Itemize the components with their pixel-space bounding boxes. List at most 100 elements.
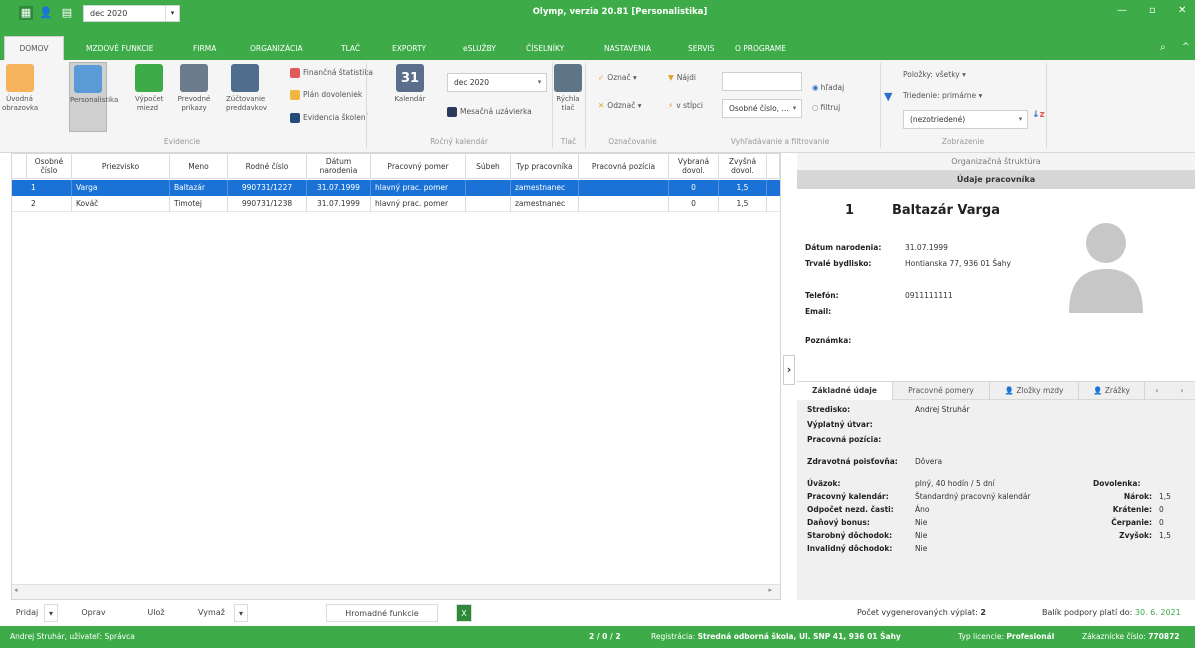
table-cell[interactable]: Timotej (170, 196, 228, 212)
column-header[interactable]: Pracovný pomer (371, 154, 466, 179)
tab-mzdove-funkcie[interactable]: MZDOVÉ FUNKCIE (86, 44, 154, 53)
column-header[interactable]: Vybraná dovol. (669, 154, 719, 179)
kalendar-button[interactable]: 31 Kalendár (394, 64, 426, 104)
financna-statistika-button[interactable]: Finančná štatistika (290, 68, 373, 78)
excel-export-icon[interactable]: X (456, 604, 472, 622)
odznac-button[interactable]: ✕ Odznač ▾ (598, 101, 642, 110)
prevodne-prikazy-button[interactable]: Prevodné príkazy (177, 64, 211, 113)
vymaz-button[interactable]: Vymaž (189, 604, 234, 622)
table-cell[interactable]: 0 (669, 196, 719, 212)
triedenie-select[interactable]: (nezotriedené) ▾ (903, 110, 1028, 129)
collapse-ribbon-icon[interactable]: ^ (1182, 42, 1190, 52)
tab-firma[interactable]: FIRMA (193, 44, 216, 53)
tab-scroll-left-icon[interactable]: ‹ (1147, 382, 1167, 400)
search-input[interactable] (722, 72, 802, 91)
table-cell[interactable]: 2 (27, 196, 72, 212)
table-cell[interactable]: hlavný prac. pomer (371, 196, 466, 212)
tab-zlozky-mzdy[interactable]: 👤 Zložky mzdy (990, 382, 1079, 400)
column-header[interactable]: Súbeh (466, 154, 511, 179)
hladaj-radio[interactable]: ◉ hľadaj (812, 83, 844, 92)
zuctovanie-button[interactable]: Zúčtovanie preddavkov (226, 64, 267, 113)
column-header[interactable]: Priezvisko (72, 154, 170, 179)
column-header[interactable]: Pracovná pozícia (579, 154, 669, 179)
scroll-right-icon[interactable]: ▸ (768, 586, 772, 594)
column-header[interactable]: Zvyšná dovol. (719, 154, 767, 179)
evidencia-skoleni-button[interactable]: Evidencia školení (290, 113, 368, 123)
column-header[interactable]: Typ pracovníka (511, 154, 579, 179)
column-header[interactable]: Osobné číslo (27, 154, 72, 179)
table-row[interactable]: 1 Varga Baltazár 990731/1227 31.07.1999 … (12, 180, 780, 196)
table-cell[interactable]: 1,5 (719, 180, 767, 196)
month-select[interactable]: dec 2020 ▾ (447, 73, 547, 92)
table-cell[interactable] (466, 180, 511, 196)
close-button[interactable]: ✕ (1178, 5, 1186, 16)
column-header[interactable]: Rodné číslo (228, 154, 307, 179)
table-cell[interactable]: zamestnanec (511, 196, 579, 212)
hromadne-funkcie-button[interactable]: Hromadné funkcie (326, 604, 438, 622)
table-cell[interactable] (579, 196, 669, 212)
table-cell[interactable]: zamestnanec (511, 180, 579, 196)
column-select[interactable]: Osobné číslo, ... ▾ (722, 99, 802, 118)
tab-zakladne-udaje[interactable]: Základné údaje (797, 382, 893, 400)
table-cell[interactable]: 31.07.1999 (307, 196, 371, 212)
polozky-dropdown[interactable]: Položky: všetky ▾ (903, 70, 966, 79)
uloz-button[interactable]: Ulož (136, 604, 176, 622)
minimize-button[interactable]: — (1117, 5, 1127, 16)
maximize-button[interactable]: ▫ (1149, 5, 1156, 16)
period-select[interactable]: dec 2020 ▾ (83, 5, 180, 22)
table-cell[interactable]: hlavný prac. pomer (371, 180, 466, 196)
user-icon[interactable]: 👤 (39, 6, 53, 20)
scroll-left-icon[interactable]: ◂ (14, 586, 18, 594)
table-cell[interactable]: 0 (669, 180, 719, 196)
horizontal-scrollbar[interactable]: ◂ ▸ (12, 584, 780, 599)
table-row[interactable]: 2 Kováč Timotej 990731/1238 31.07.1999 h… (12, 196, 780, 212)
tab-servis[interactable]: SERVIS (688, 44, 714, 53)
plan-dovoleniek-button[interactable]: Plán dovoleniek (290, 90, 362, 100)
tab-nastavenia[interactable]: NASTAVENIA (604, 44, 651, 53)
funnel-icon[interactable]: ▼ (884, 90, 892, 103)
tab-exporty[interactable]: EXPORTY (392, 44, 426, 53)
tab-o-programe[interactable]: O PROGRAME (735, 44, 786, 53)
column-header[interactable]: Dátum narodenia (307, 154, 371, 179)
excel-icon[interactable]: ▦ (19, 6, 33, 20)
oznac-button[interactable]: ✓ Označ ▾ (598, 73, 637, 82)
triedenie-dropdown[interactable]: Triedenie: primárne ▾ (903, 91, 982, 100)
table-cell[interactable]: Kováč (72, 196, 170, 212)
tab-domov[interactable]: DOMOV (4, 36, 64, 60)
chevron-down-icon[interactable]: ▾ (533, 74, 546, 91)
tab-ciselniky[interactable]: ČÍSELNÍKY (526, 44, 564, 53)
chevron-down-icon[interactable]: ▾ (165, 6, 179, 21)
search-icon[interactable]: ⌕ (1160, 42, 1166, 53)
uvodna-obrazovka-button[interactable]: Úvodná obrazovka (2, 64, 38, 113)
tab-tlac[interactable]: TLAČ (341, 44, 360, 53)
vypocet-miezd-button[interactable]: Výpočet miezd (135, 64, 163, 113)
tab-zrazky[interactable]: 👤 Zrážky (1079, 382, 1145, 400)
table-cell[interactable]: 990731/1227 (228, 180, 307, 196)
table-cell[interactable]: Varga (72, 180, 170, 196)
personalistika-button[interactable]: Personalistika (69, 62, 118, 132)
chevron-down-icon[interactable]: ▾ (788, 100, 801, 117)
table-cell[interactable]: 1 (27, 180, 72, 196)
expand-panel-icon[interactable]: › (783, 355, 795, 385)
table-cell[interactable] (579, 180, 669, 196)
tab-esluzby[interactable]: eSLUŽBY (463, 44, 496, 53)
tab-pracovne-pomery[interactable]: Pracovné pomery (893, 382, 990, 400)
pridaj-button[interactable]: Pridaj (11, 604, 43, 622)
vymaz-dropdown-button[interactable]: ▾ (234, 604, 248, 622)
table-cell[interactable] (466, 196, 511, 212)
org-structure-header[interactable]: Organizačná štruktúra (797, 153, 1195, 171)
sort-icon[interactable]: ↓z (1032, 110, 1045, 120)
pridaj-dropdown-button[interactable]: ▾ (44, 604, 58, 622)
calendar-icon[interactable]: ▤ (60, 6, 74, 20)
rychla-tlac-button[interactable]: Rýchla tlač (553, 64, 583, 113)
column-header[interactable]: Meno (170, 154, 228, 179)
tab-organizacia[interactable]: ORGANIZÁCIA (250, 44, 303, 53)
table-cell[interactable]: 990731/1238 (228, 196, 307, 212)
mesacna-uzavierka-button[interactable]: Mesačná uzávierka (447, 107, 532, 117)
table-cell[interactable]: Baltazár (170, 180, 228, 196)
table-cell[interactable]: 1,5 (719, 196, 767, 212)
oprav-button[interactable]: Oprav (71, 604, 116, 622)
tab-scroll-right-icon[interactable]: › (1172, 382, 1192, 400)
table-cell[interactable]: 31.07.1999 (307, 180, 371, 196)
filtruj-radio[interactable]: ○ filtruj (812, 103, 840, 112)
